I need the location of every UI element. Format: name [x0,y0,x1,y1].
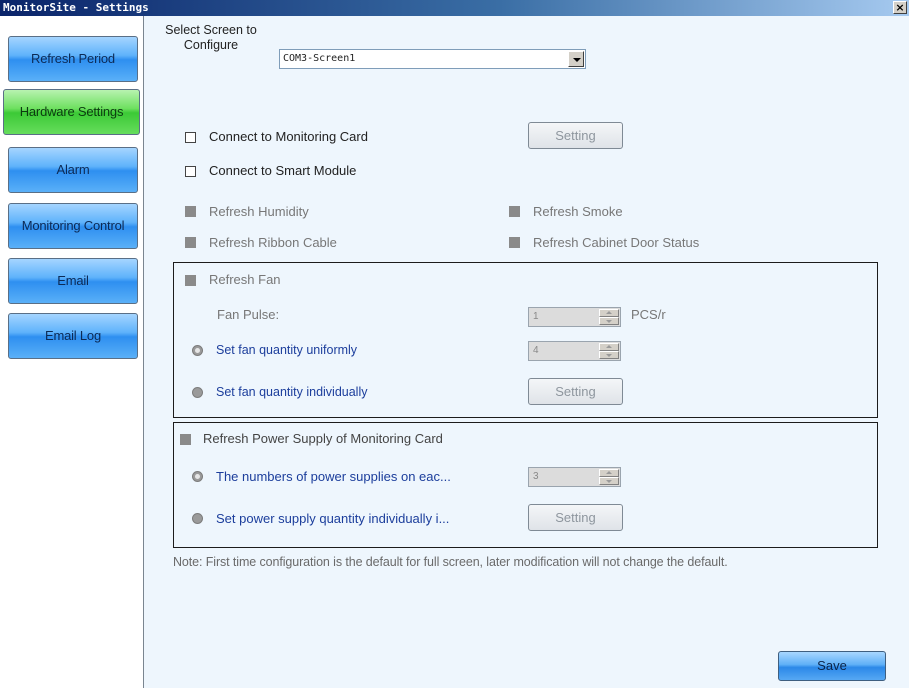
fan-uniform-radio[interactable] [192,345,203,356]
power-each-spinner[interactable]: 3 [528,467,621,487]
spin-up-icon[interactable] [599,309,619,317]
power-each-radio[interactable] [192,471,203,482]
close-button[interactable]: × [893,1,907,14]
fan-pulse-value: 1 [533,311,539,322]
monitoring-card-setting-button[interactable]: Setting [528,122,623,149]
refresh-cabinet-door-label: Refresh Cabinet Door Status [533,235,700,250]
power-each-value: 3 [533,471,539,482]
screen-select-dropdown[interactable]: COM3-Screen1 [279,49,586,69]
spin-down-icon[interactable] [599,351,619,359]
power-individual-radio[interactable] [192,513,203,524]
fan-uniform-value: 4 [533,345,539,356]
fan-uniform-label: Set fan quantity uniformly [216,343,358,357]
refresh-smoke-checkbox[interactable] [509,206,520,217]
screen-select-value: COM3-Screen1 [283,53,356,64]
refresh-ribbon-cable-label: Refresh Ribbon Cable [209,235,337,250]
refresh-ribbon-cable-checkbox[interactable] [185,237,196,248]
sidebar-item-hardware-settings[interactable]: Hardware Settings [3,89,140,135]
fan-pulse-label: Fan Pulse: [217,307,280,322]
fan-uniform-spinner[interactable]: 4 [528,341,621,361]
window-title: MonitorSite - Settings [3,1,149,14]
sidebar-item-refresh-period[interactable]: Refresh Period [8,36,138,82]
sidebar-item-monitoring-control[interactable]: Monitoring Control [8,203,138,249]
sidebar-item-alarm[interactable]: Alarm [8,147,138,193]
refresh-power-supply-checkbox[interactable] [180,434,191,445]
fan-individual-label: Set fan quantity individually [216,385,368,399]
fan-pulse-unit: PCS/r [631,307,666,322]
fan-individual-radio[interactable] [192,387,203,398]
connect-smart-module-label: Connect to Smart Module [209,163,357,178]
refresh-fan-label: Refresh Fan [209,272,281,287]
refresh-humidity-label: Refresh Humidity [209,204,309,219]
note-text: Note: First time configuration is the de… [173,555,728,569]
save-button[interactable]: Save [778,651,886,681]
connect-monitoring-card-label: Connect to Monitoring Card [209,129,368,144]
fan-pulse-spinner[interactable]: 1 [528,307,621,327]
spin-down-icon[interactable] [599,317,619,325]
refresh-humidity-checkbox[interactable] [185,206,196,217]
sidebar-item-email-log[interactable]: Email Log [8,313,138,359]
sidebar-nav: Refresh Period Hardware Settings Alarm M… [0,16,144,688]
title-bar: MonitorSite - Settings × [0,0,909,16]
power-each-label: The numbers of power supplies on eac... [216,469,451,484]
spin-down-icon[interactable] [599,477,619,485]
refresh-power-supply-label: Refresh Power Supply of Monitoring Card [203,431,443,446]
connect-smart-module-checkbox[interactable] [185,166,196,177]
refresh-cabinet-door-checkbox[interactable] [509,237,520,248]
fan-setting-button[interactable]: Setting [528,378,623,405]
refresh-fan-checkbox[interactable] [185,275,196,286]
power-setting-button[interactable]: Setting [528,504,623,531]
spin-up-icon[interactable] [599,469,619,477]
screen-select-label: Select Screen to Configure [165,23,257,52]
sidebar-item-email[interactable]: Email [8,258,138,304]
refresh-smoke-label: Refresh Smoke [533,204,623,219]
spin-up-icon[interactable] [599,343,619,351]
chevron-down-icon[interactable] [568,51,584,67]
connect-monitoring-card-checkbox[interactable] [185,132,196,143]
power-individual-label: Set power supply quantity individually i… [216,511,450,526]
